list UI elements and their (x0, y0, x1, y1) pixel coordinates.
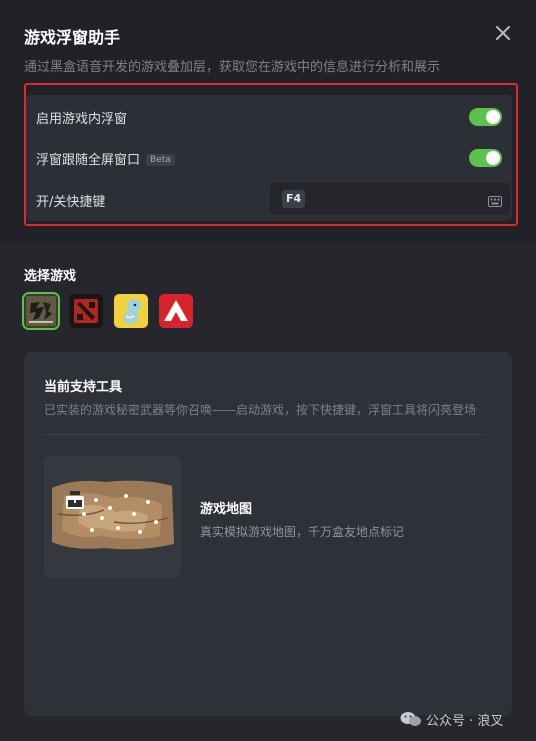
close-icon[interactable] (494, 24, 512, 42)
tool-description: 真实模拟游戏地图，千万盒友地点标记 (200, 525, 405, 539)
tools-description: 已实装的游戏秘密武器等你召唤——启动游戏，按下快捷键，浮窗工具将闪亮登场 (44, 403, 477, 417)
dota2-icon[interactable] (69, 294, 103, 328)
tool-name: 游戏地图 (200, 502, 253, 517)
window-title: 游戏浮窗助手 (24, 28, 121, 47)
game-wuxia-icon[interactable] (24, 294, 58, 328)
tools-title: 当前支持工具 (44, 380, 123, 395)
divider (44, 434, 484, 435)
game-select-title: 选择游戏 (24, 269, 77, 284)
pokemon-icon[interactable] (114, 294, 148, 328)
wechat-icon (400, 711, 422, 731)
apex-icon[interactable] (159, 294, 193, 328)
watermark-text: 公众号 · 浪叉 (426, 714, 504, 729)
map-thumbnail[interactable] (44, 456, 181, 578)
window-subtitle: 通过黑盒语音开发的游戏叠加层，获取您在游戏中的信息进行分析和展示 (24, 60, 441, 75)
tools-card: 当前支持工具 已实装的游戏秘密武器等你召唤——启动游戏，按下快捷键，浮窗工具将闪… (24, 352, 512, 716)
highlight-box (24, 83, 518, 226)
